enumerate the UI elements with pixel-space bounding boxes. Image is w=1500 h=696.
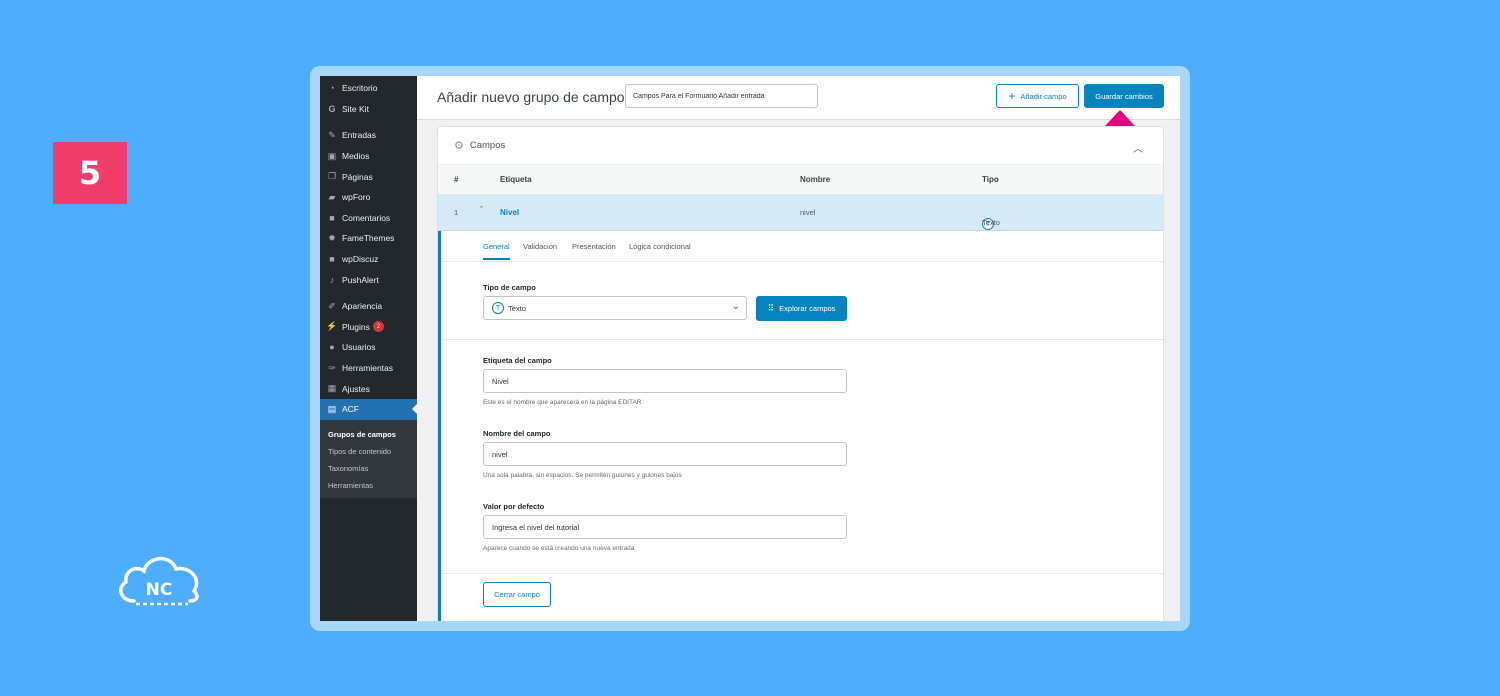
field-name-label: Nombre del campo [483, 429, 551, 438]
field-label-hint: Este es el nombre que aparecerá en la pá… [483, 399, 642, 406]
chevron-up-icon[interactable]: ˆ [480, 205, 483, 215]
text-type-icon: T [492, 302, 504, 314]
chevron-down-icon: ⌄ [731, 301, 740, 312]
sidebar-item-paginas[interactable]: ❐ Páginas [320, 166, 417, 187]
field-label-input[interactable] [483, 369, 847, 393]
column-label: Etiqueta [500, 175, 532, 184]
pin-icon: ✎ [328, 129, 336, 140]
sidebar-item-herramientas[interactable]: ✑ Herramientas [320, 358, 417, 379]
sidebar-item-wpforo[interactable]: ▰ wpForo [320, 187, 417, 208]
acf-submenu: Grupos de campos Tipos de contenido Taxo… [320, 419, 417, 498]
plus-icon: + [1008, 89, 1016, 103]
add-field-button[interactable]: + Añadir campo [996, 84, 1079, 108]
submenu-item-grupos-de-campos[interactable]: Grupos de campos [320, 426, 417, 443]
explore-fields-button[interactable]: ⠿ Explorar campos [756, 296, 847, 321]
table-row[interactable]: 1 ˆ Nivel nivel T Texto [438, 195, 1163, 231]
wp-admin-screen: ◔ Escritorio G Site Kit ✎ Entradas ▣ Medios … [320, 76, 1180, 621]
field-order: 1 [454, 208, 459, 217]
logo-lettering: NC [146, 580, 173, 600]
gear-icon: ✹ [328, 232, 336, 243]
fields-panel-title: Campos [469, 140, 506, 151]
tab-logica-condicional[interactable]: Lógica condicional [629, 242, 691, 251]
section-divider [441, 573, 1163, 574]
pages-icon: ❐ [327, 171, 337, 182]
field-settings: General Validación Presentación Lógica c… [438, 231, 1163, 621]
sidebar-item-entradas[interactable]: ✎ Entradas [320, 125, 417, 146]
sidebar-item-wpdiscuz[interactable]: ■ wpDiscuz [320, 249, 417, 270]
sliders-icon: ▦ [327, 383, 337, 394]
fields-table-header: # Etiqueta Nombre Tipo [438, 165, 1163, 195]
submenu-item-taxonomias[interactable]: Taxonomías [320, 460, 417, 477]
field-name: nivel [800, 208, 816, 217]
submenu-item-herramientas[interactable]: Herramientas [320, 477, 417, 494]
tab-validacion[interactable]: Validación [523, 242, 557, 251]
sidebar-item-pushalert[interactable]: ♪ PushAlert [320, 269, 417, 290]
plugins-update-badge: 2 [372, 321, 384, 333]
field-label-label: Etiqueta del campo [483, 356, 552, 365]
sidebar-item-comentarios[interactable]: ■ Comentarios [320, 208, 417, 229]
sidebar-item-usuarios[interactable]: ● Usuarios [320, 337, 417, 358]
table-icon: ▤ [327, 403, 337, 414]
tab-presentacion[interactable]: Presentación [572, 242, 616, 251]
admin-menu: ◔ Escritorio G Site Kit ✎ Entradas ▣ Medios … [320, 76, 417, 420]
plug-icon: ⚡ [326, 321, 338, 332]
gauge-icon: ◔ [329, 83, 335, 94]
admin-sidebar: ◔ Escritorio G Site Kit ✎ Entradas ▣ Medios … [320, 76, 417, 621]
google-icon: G [328, 103, 336, 114]
sidebar-item-escritorio[interactable]: ◔ Escritorio [320, 78, 417, 99]
column-name: Nombre [800, 175, 831, 184]
submenu-item-tipos-de-contenido[interactable]: Tipos de contenido [320, 443, 417, 460]
save-changes-button[interactable]: Guardar cambios [1084, 84, 1164, 108]
sidebar-item-ajustes[interactable]: ▦ Ajustes [320, 378, 417, 399]
sidebar-item-famethemes[interactable]: ✹ FameThemes [320, 228, 417, 249]
fields-panel: ⚙ Campos ︿ # Etiqueta Nombre Tipo 1 ˆ Ni… [437, 126, 1164, 621]
user-icon: ● [329, 342, 335, 353]
page-title: Añadir nuevo grupo de campos [437, 89, 632, 105]
default-value-hint: Aparece cuando se está creando una nueva… [483, 545, 635, 552]
brush-icon: ✐ [328, 300, 336, 311]
default-value-input[interactable] [483, 515, 847, 539]
puzzle-icon: ⚙ [454, 140, 464, 152]
field-type-select[interactable]: T Texto ⌄ [483, 296, 747, 320]
column-order: # [454, 175, 459, 184]
sidebar-item-acf[interactable]: ▤ ACF [320, 398, 417, 420]
bell-icon: ♪ [329, 274, 335, 285]
field-label-link[interactable]: Nivel [500, 208, 519, 217]
sidebar-item-plugins[interactable]: ⚡ Plugins 2 [320, 317, 417, 338]
sidebar-item-medios[interactable]: ▣ Medios [320, 146, 417, 167]
field-type-label: Tipo de campo [483, 283, 536, 292]
fields-panel-header[interactable]: ⚙ Campos ︿ [438, 127, 1163, 165]
field-name-input[interactable] [483, 442, 847, 466]
cloud-logo-icon: NC [119, 557, 199, 606]
section-divider [441, 339, 1163, 340]
page-header: Añadir nuevo grupo de campos +Añadir cam… [417, 76, 1180, 120]
chevron-up-icon[interactable]: ︿ [1133, 140, 1143, 155]
field-settings-tabs: General Validación Presentación Lógica c… [441, 231, 1163, 262]
sidebar-item-site-kit[interactable]: G Site Kit [320, 99, 417, 120]
tab-general[interactable]: General [483, 242, 510, 260]
column-type: Tipo [982, 175, 999, 184]
wrench-icon: ✑ [328, 362, 336, 373]
forum-icon: ▰ [328, 191, 336, 202]
default-value-label: Valor por defecto [483, 502, 545, 511]
grid-icon: ⠿ [767, 303, 775, 313]
screenshot-frame: ◔ Escritorio G Site Kit ✎ Entradas ▣ Medios … [310, 66, 1190, 631]
step-number-badge: 5 [53, 142, 127, 204]
field-name-hint: Una sola palabra, sin espacios. Se permi… [483, 472, 682, 479]
field-group-title-input[interactable] [625, 84, 818, 108]
media-icon: ▣ [327, 150, 337, 161]
close-field-button[interactable]: Cerrar campo [483, 582, 551, 607]
sidebar-item-apariencia[interactable]: ✐ Apariencia [320, 296, 417, 317]
comment-icon: ■ [329, 212, 335, 223]
comment-icon: ■ [329, 254, 335, 265]
